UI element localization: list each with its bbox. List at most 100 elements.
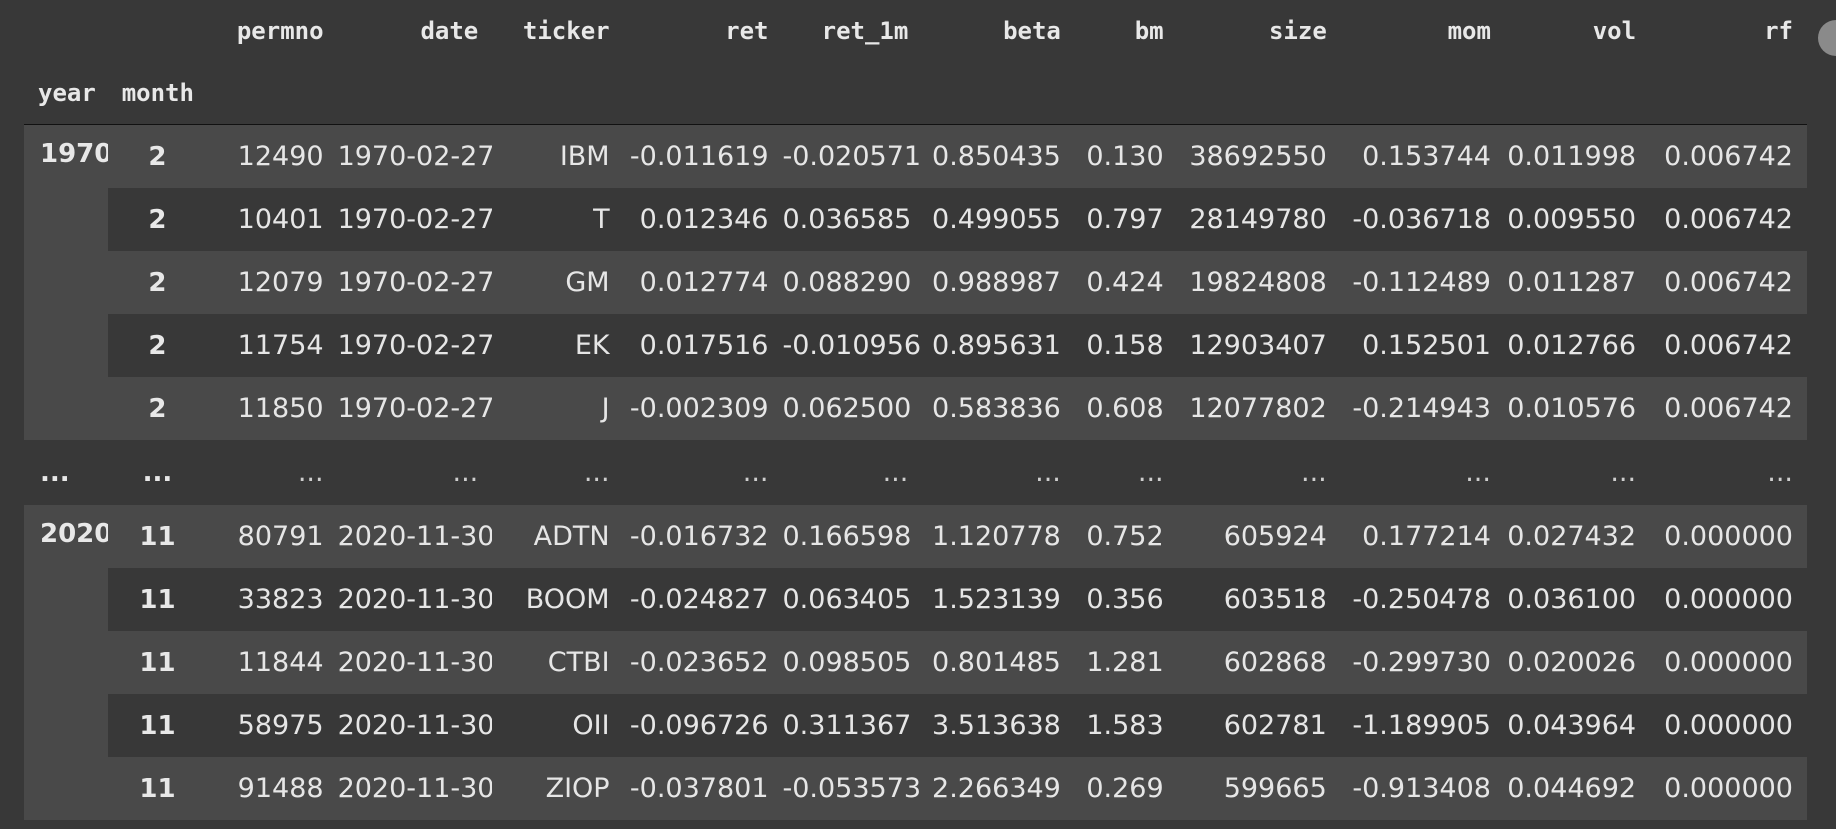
table-cell-permno: 11754 bbox=[207, 314, 338, 377]
row-index-month: 11 bbox=[107, 568, 208, 631]
table-cell-rf: 0.000000 bbox=[1650, 568, 1807, 631]
table-cell-vol: 0.044692 bbox=[1504, 757, 1651, 820]
row-index-month: 11 bbox=[107, 631, 208, 694]
column-header-ticker: ticker bbox=[522, 17, 610, 45]
table-cell-ret: -0.016732 bbox=[623, 505, 783, 568]
ellipsis-row: ....................................... bbox=[24, 440, 1807, 505]
ellipsis-cell: ... bbox=[1650, 440, 1807, 505]
table-cell-ret_1m: 0.062500 bbox=[782, 377, 923, 440]
table-cell-beta: 0.583836 bbox=[922, 377, 1075, 440]
table-cell-beta: 0.988987 bbox=[922, 251, 1075, 314]
row-index-year: 2020 bbox=[24, 505, 108, 820]
table-cell-ret_1m: 0.311367 bbox=[782, 694, 923, 757]
table-cell-ret_1m: 0.063405 bbox=[782, 568, 923, 631]
table-cell-rf: 0.000000 bbox=[1650, 694, 1807, 757]
table-cell-date: 1970-02-27 bbox=[337, 251, 493, 314]
table-cell-beta: 1.523139 bbox=[922, 568, 1075, 631]
column-header-size: size bbox=[1268, 17, 1327, 45]
dataframe-table: permno date ticker ret ret_1m beta bm si… bbox=[24, 0, 1807, 820]
table-cell-date: 2020-11-30 bbox=[337, 757, 493, 820]
table-cell-date: 2020-11-30 bbox=[337, 631, 493, 694]
table-cell-vol: 0.020026 bbox=[1504, 631, 1651, 694]
table-cell-bm: 0.424 bbox=[1074, 251, 1178, 314]
table-cell-ret_1m: -0.020571 bbox=[782, 124, 923, 188]
table-cell-bm: 1.583 bbox=[1074, 694, 1178, 757]
table-cell-ret: -0.037801 bbox=[623, 757, 783, 820]
table-cell-ticker: BOOM bbox=[492, 568, 624, 631]
ellipsis-cell: ... bbox=[24, 440, 108, 505]
table-cell-beta: 0.499055 bbox=[922, 188, 1075, 251]
ellipsis-cell: ... bbox=[337, 440, 493, 505]
column-header-rf: rf bbox=[1764, 17, 1793, 45]
table-cell-bm: 0.608 bbox=[1074, 377, 1178, 440]
table-row: 11 58975 2020-11-30 OII -0.096726 0.311367 3.5… bbox=[24, 694, 1807, 757]
table-cell-permno: 91488 bbox=[207, 757, 338, 820]
table-cell-size: 12077802 bbox=[1177, 377, 1341, 440]
ellipsis-cell: ... bbox=[782, 440, 923, 505]
table-cell-size: 605924 bbox=[1177, 505, 1341, 568]
table-cell-ret: -0.096726 bbox=[623, 694, 783, 757]
table-cell-size: 602868 bbox=[1177, 631, 1341, 694]
table-cell-permno: 33823 bbox=[207, 568, 338, 631]
table-cell-ret_1m: 0.166598 bbox=[782, 505, 923, 568]
table-cell-ret_1m: -0.053573 bbox=[782, 757, 923, 820]
table-cell-rf: 0.000000 bbox=[1650, 757, 1807, 820]
row-index-month: 2 bbox=[107, 314, 208, 377]
table-cell-vol: 0.011287 bbox=[1504, 251, 1651, 314]
table-cell-ticker: T bbox=[492, 188, 624, 251]
table-cell-ticker: OII bbox=[492, 694, 624, 757]
table-cell-bm: 0.158 bbox=[1074, 314, 1178, 377]
column-header-bm: bm bbox=[1134, 17, 1164, 45]
table-cell-mom: -0.036718 bbox=[1340, 188, 1505, 251]
table-body: 1970 2 12490 1970-02-27 IBM -0.011619 -0.02057… bbox=[24, 124, 1807, 820]
row-index-month: 2 bbox=[107, 251, 208, 314]
table-cell-ticker: GM bbox=[492, 251, 624, 314]
table-cell-size: 28149780 bbox=[1177, 188, 1341, 251]
table-cell-ticker: IBM bbox=[492, 124, 624, 188]
table-row: 11 91488 2020-11-30 ZIOP -0.037801 -0.053573 2… bbox=[24, 757, 1807, 820]
table-cell-ret: 0.012774 bbox=[623, 251, 783, 314]
column-header-mom: mom bbox=[1447, 17, 1491, 45]
row-index-year: 1970 bbox=[24, 124, 108, 440]
table-cell-date: 2020-11-30 bbox=[337, 694, 493, 757]
table-cell-bm: 0.797 bbox=[1074, 188, 1178, 251]
table-cell-size: 38692550 bbox=[1177, 124, 1341, 188]
table-cell-ret: -0.024827 bbox=[623, 568, 783, 631]
table-cell-bm: 1.281 bbox=[1074, 631, 1178, 694]
table-cell-bm: 0.130 bbox=[1074, 124, 1178, 188]
row-index-month: 11 bbox=[107, 757, 208, 820]
table-cell-vol: 0.011998 bbox=[1504, 124, 1651, 188]
table-cell-permno: 11850 bbox=[207, 377, 338, 440]
table-cell-mom: -0.299730 bbox=[1340, 631, 1505, 694]
table-cell-vol: 0.009550 bbox=[1504, 188, 1651, 251]
table-cell-ticker: CTBI bbox=[492, 631, 624, 694]
table-cell-rf: 0.006742 bbox=[1650, 188, 1807, 251]
table-cell-date: 1970-02-27 bbox=[337, 124, 493, 188]
table-row: 1970 2 12490 1970-02-27 IBM -0.011619 -0.02057… bbox=[24, 124, 1807, 440]
table-cell-size: 603518 bbox=[1177, 568, 1341, 631]
table-cell-mom: -0.913408 bbox=[1340, 757, 1505, 820]
table-cell-ret_1m: -0.010956 bbox=[782, 314, 923, 377]
index-name-year: year bbox=[24, 62, 108, 125]
scroll-indicator-icon[interactable] bbox=[1818, 20, 1836, 56]
table-header: permno date ticker ret ret_1m beta bm si… bbox=[24, 0, 1807, 125]
table-cell-ret_1m: 0.088290 bbox=[782, 251, 923, 314]
table-cell-date: 1970-02-27 bbox=[337, 314, 493, 377]
ellipsis-cell: ... bbox=[1340, 440, 1505, 505]
table-cell-permno: 10401 bbox=[207, 188, 338, 251]
table-cell-ret: -0.011619 bbox=[623, 124, 783, 188]
table-cell-ret_1m: 0.036585 bbox=[782, 188, 923, 251]
table-row: 2 10401 1970-02-27 T 0.012346 0.036585 0.49905… bbox=[24, 188, 1807, 251]
table-cell-ticker: EK bbox=[492, 314, 624, 377]
table-cell-rf: 0.006742 bbox=[1650, 251, 1807, 314]
table-cell-beta: 0.801485 bbox=[922, 631, 1075, 694]
ellipsis-cell: ... bbox=[623, 440, 783, 505]
table-cell-mom: -0.250478 bbox=[1340, 568, 1505, 631]
table-cell-rf: 0.000000 bbox=[1650, 505, 1807, 568]
table-cell-beta: 0.895631 bbox=[922, 314, 1075, 377]
ellipsis-cell: ... bbox=[207, 440, 338, 505]
table-cell-vol: 0.036100 bbox=[1504, 568, 1651, 631]
table-cell-bm: 0.269 bbox=[1074, 757, 1178, 820]
table-cell-date: 1970-02-27 bbox=[337, 377, 493, 440]
table-cell-beta: 2.266349 bbox=[922, 757, 1075, 820]
